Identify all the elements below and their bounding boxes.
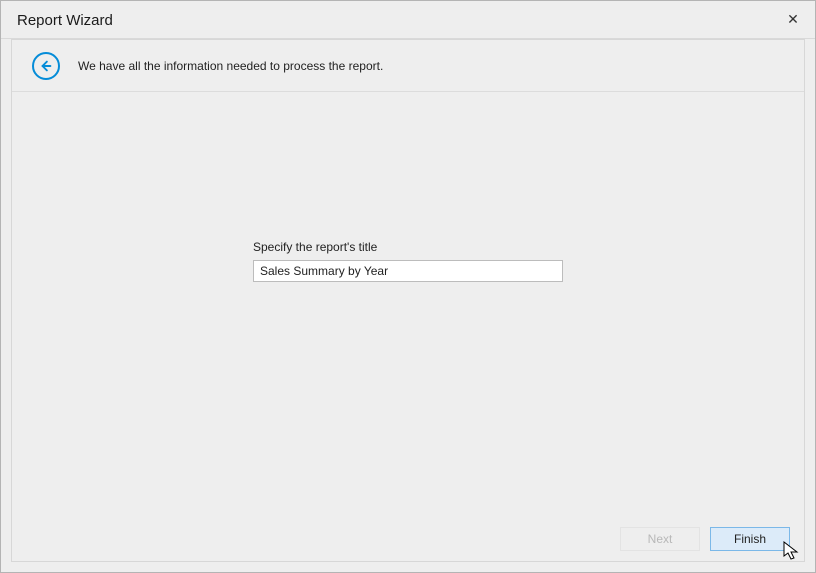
wizard-header: We have all the information needed to pr… bbox=[12, 40, 804, 92]
titlebar: Report Wizard ✕ bbox=[1, 1, 815, 39]
title-label: Specify the report's title bbox=[253, 240, 563, 254]
finish-button-label: Finish bbox=[734, 532, 766, 546]
back-button[interactable] bbox=[32, 52, 60, 80]
close-icon: ✕ bbox=[787, 11, 799, 28]
close-button[interactable]: ✕ bbox=[781, 7, 805, 31]
button-bar: Next Finish bbox=[620, 527, 790, 551]
report-title-input[interactable] bbox=[253, 260, 563, 282]
next-button-label: Next bbox=[648, 532, 673, 546]
window-title: Report Wizard bbox=[1, 10, 113, 29]
title-form: Specify the report's title bbox=[253, 240, 563, 282]
wizard-message: We have all the information needed to pr… bbox=[78, 59, 383, 73]
finish-button[interactable]: Finish bbox=[710, 527, 790, 551]
next-button: Next bbox=[620, 527, 700, 551]
back-arrow-icon bbox=[39, 59, 53, 73]
content-panel: We have all the information needed to pr… bbox=[11, 39, 805, 562]
wizard-window: Report Wizard ✕ We have all the informat… bbox=[0, 0, 816, 573]
